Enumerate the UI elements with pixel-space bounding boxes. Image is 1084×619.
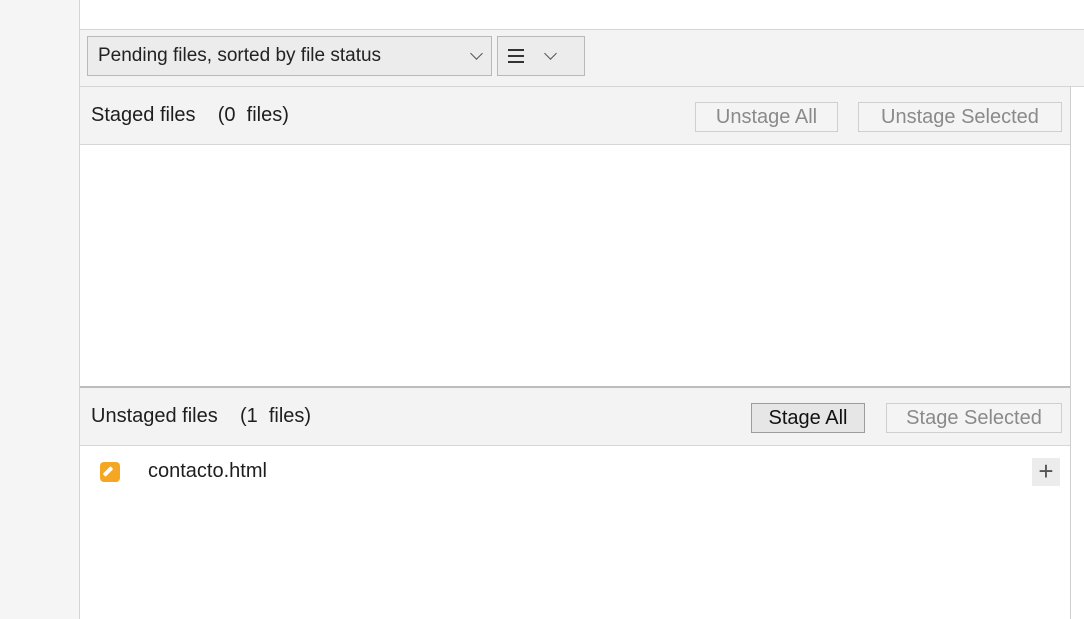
view-mode-dropdown[interactable] (497, 36, 585, 76)
stage-all-button[interactable]: Stage All (751, 403, 865, 433)
left-gutter (0, 0, 80, 619)
unstage-all-button[interactable]: Unstage All (695, 102, 838, 132)
unstaged-files-header: Unstaged files (1 files) Stage All Stage… (80, 388, 1070, 446)
stage-file-plus-button[interactable]: + (1032, 458, 1060, 486)
top-strip (80, 0, 1084, 30)
chevron-down-icon (544, 47, 557, 60)
stage-selected-button[interactable]: Stage Selected (886, 403, 1062, 433)
chevron-down-icon (470, 47, 483, 60)
staged-files-list[interactable] (80, 145, 1070, 386)
staged-files-header: Staged files (0 files) Unstage All Unsta… (80, 87, 1070, 145)
toolbar: Pending files, sorted by file status (80, 30, 1084, 87)
sort-mode-dropdown[interactable]: Pending files, sorted by file status (87, 36, 492, 76)
list-lines-icon (508, 49, 524, 63)
sort-mode-label: Pending files, sorted by file status (98, 45, 382, 66)
modified-pencil-icon (100, 462, 120, 482)
unstaged-files-title: Unstaged files (1 files) (91, 405, 312, 427)
file-name: contacto.html (148, 460, 267, 482)
unstage-selected-button[interactable]: Unstage Selected (858, 102, 1062, 132)
right-border (1070, 86, 1071, 619)
staged-files-title: Staged files (0 files) (91, 104, 289, 126)
list-item[interactable]: contacto.html + (80, 455, 1070, 489)
